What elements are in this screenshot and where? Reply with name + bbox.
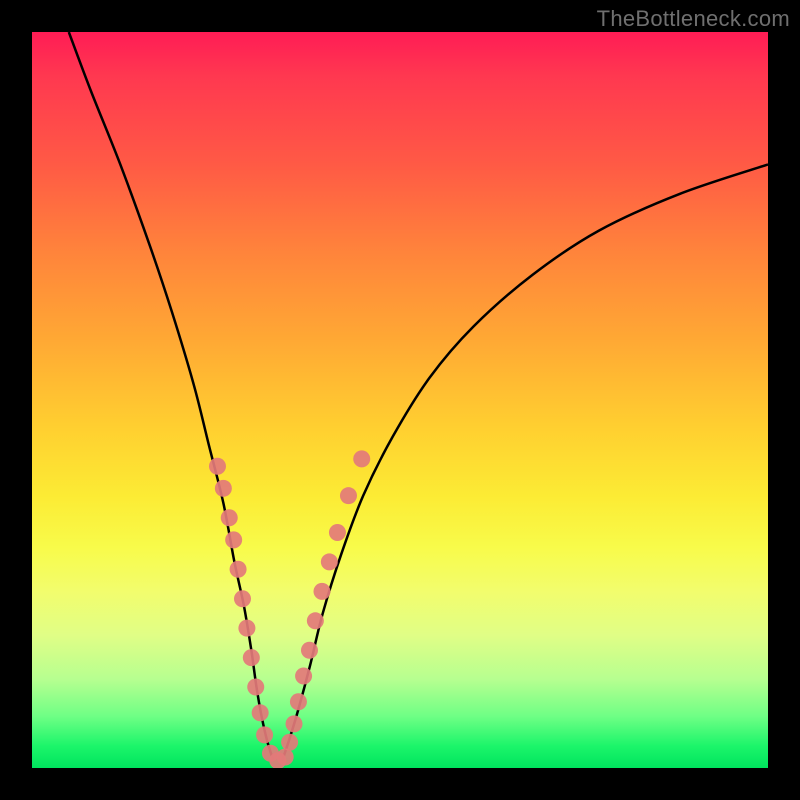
data-point [295,668,312,685]
data-point [225,531,242,548]
data-point [221,509,238,526]
data-point [252,704,269,721]
data-point [277,748,294,765]
data-point [209,458,226,475]
data-point [353,450,370,467]
data-point [313,583,330,600]
data-point [321,553,338,570]
data-point [243,649,260,666]
data-point [215,480,232,497]
data-point [256,726,273,743]
data-point [234,590,251,607]
data-point [307,612,324,629]
data-points-group [209,450,370,768]
data-point [301,642,318,659]
data-point [238,620,255,637]
chart-frame: TheBottleneck.com [0,0,800,800]
data-point [290,693,307,710]
data-point [340,487,357,504]
data-point [281,734,298,751]
data-point [329,524,346,541]
chart-svg [32,32,768,768]
curve-left-branch [69,32,274,761]
data-point [230,561,247,578]
data-point [286,715,303,732]
plot-area [32,32,768,768]
data-point [247,679,264,696]
watermark-text: TheBottleneck.com [597,6,790,32]
